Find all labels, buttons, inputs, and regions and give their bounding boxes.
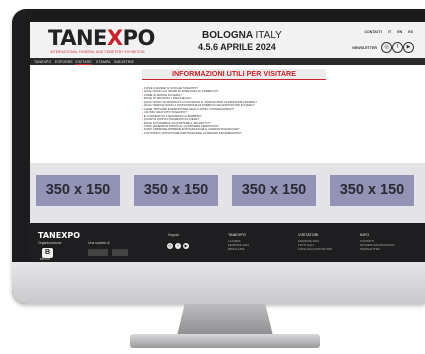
screen: TANEXPO INTERNATIONAL FUNERAL AND CEMETE… [30, 22, 425, 262]
logo-text-1: TANE [48, 26, 107, 50]
tanexpo-logo[interactable]: TANEXPO [48, 26, 155, 50]
footer-col-info: CONTATTI RICHIEDI INFORMAZIONI NEWSLETTE… [360, 239, 395, 251]
youtube-icon[interactable]: ▶ [183, 243, 189, 249]
event-city: BOLOGNA ITALY [202, 30, 282, 41]
header-top-links: CONTATTI IT EN ES [359, 30, 413, 34]
main-nav: TANEXPO ESPORRE VISITARE STAMPA INDUSTRI… [30, 58, 425, 65]
youtube-icon[interactable]: ▶ [403, 42, 414, 53]
logo-x-mark: X [106, 26, 123, 50]
ad-banner-4[interactable]: 350 x 150 [330, 175, 414, 206]
nav-item-visitare[interactable]: VISITARE [75, 60, 92, 65]
main-content: INFORMAZIONI UTILI PER VISITARE COS'È QU… [30, 65, 425, 163]
footer-logo[interactable]: TANEXPO [38, 231, 80, 240]
follow-us-label: Seguici [168, 233, 180, 237]
ad-banner-2[interactable]: 350 x 150 [134, 175, 218, 206]
monitor-stand-base [130, 334, 320, 348]
ad-banner-1[interactable]: 350 x 150 [36, 175, 120, 206]
nav-item-stampa[interactable]: STAMPA [96, 60, 111, 64]
faq-link[interactable]: CHI POSSO CONTATTARE PER RICEVERE ULTERI… [142, 131, 342, 135]
nav-item-industrie[interactable]: INDUSTRIE [114, 60, 134, 64]
monitor-chin [12, 262, 425, 304]
newsletter-link[interactable]: NEWSLETTER [352, 46, 377, 50]
country-name: ITALY [255, 30, 282, 41]
faq-list: COS'È QUANDE SI SVOLGE TANEXPO? QUALI SO… [142, 86, 342, 135]
instagram-icon[interactable]: ◎ [381, 42, 392, 53]
page-title: INFORMAZIONI UTILI PER VISITARE [142, 69, 326, 80]
footer-link[interactable]: NEWSLETTER [360, 247, 395, 251]
city-name: BOLOGNA [202, 30, 253, 41]
logo-subtitle: INTERNATIONAL FUNERAL AND CEMETERY EXHIB… [50, 50, 145, 54]
footer-link[interactable]: CATALOGO ESPOSITORI [298, 247, 332, 251]
lang-es-link[interactable]: ES [408, 30, 413, 34]
organizer-logo[interactable]: B [42, 248, 53, 258]
organizer-caption: BIFOOD [40, 258, 50, 261]
site-footer: TANEXPO Organizzazione B BIFOOD Una soci… [30, 223, 425, 262]
footer-col-tanexpo-title: TANEXPO [228, 233, 246, 237]
partner-logo-1[interactable] [88, 249, 108, 256]
facebook-icon[interactable]: f [175, 243, 181, 249]
company-label: Una società di [88, 241, 110, 245]
nav-item-tanexpo[interactable]: TANEXPO [34, 60, 51, 64]
footer-col-tanexpo: LA FIERA EDIZIONE 2024 BROCHURE [228, 239, 249, 251]
instagram-icon[interactable]: ◎ [167, 243, 173, 249]
lang-it-link[interactable]: IT [388, 30, 391, 34]
lang-en-link[interactable]: EN [397, 30, 402, 34]
partner-logo-2[interactable] [112, 249, 128, 256]
footer-col-info-title: INFO [360, 233, 370, 237]
monitor-stand-neck [177, 304, 273, 336]
logo-text-2: PO [122, 26, 156, 50]
ad-banner-3[interactable]: 350 x 150 [232, 175, 316, 206]
footer-col-visitors-title: VISITATORI [298, 233, 319, 237]
nav-item-esporre[interactable]: ESPORRE [55, 60, 73, 64]
footer-link[interactable]: BROCHURE [228, 247, 249, 251]
banner-strip: 350 x 150 350 x 150 350 x 150 350 x 150 [30, 163, 425, 223]
organization-label: Organizzazione [38, 241, 62, 245]
footer-col-visitors: EDIZIONE 2024 FOTO GALL CATALOGO ESPOSIT… [298, 239, 332, 251]
contacts-link[interactable]: CONTATTI [364, 30, 382, 34]
facebook-icon[interactable]: f [392, 42, 403, 53]
event-dates: 4.5.6 APRILE 2024 [198, 42, 276, 52]
site-header: TANEXPO INTERNATIONAL FUNERAL AND CEMETE… [30, 22, 425, 58]
